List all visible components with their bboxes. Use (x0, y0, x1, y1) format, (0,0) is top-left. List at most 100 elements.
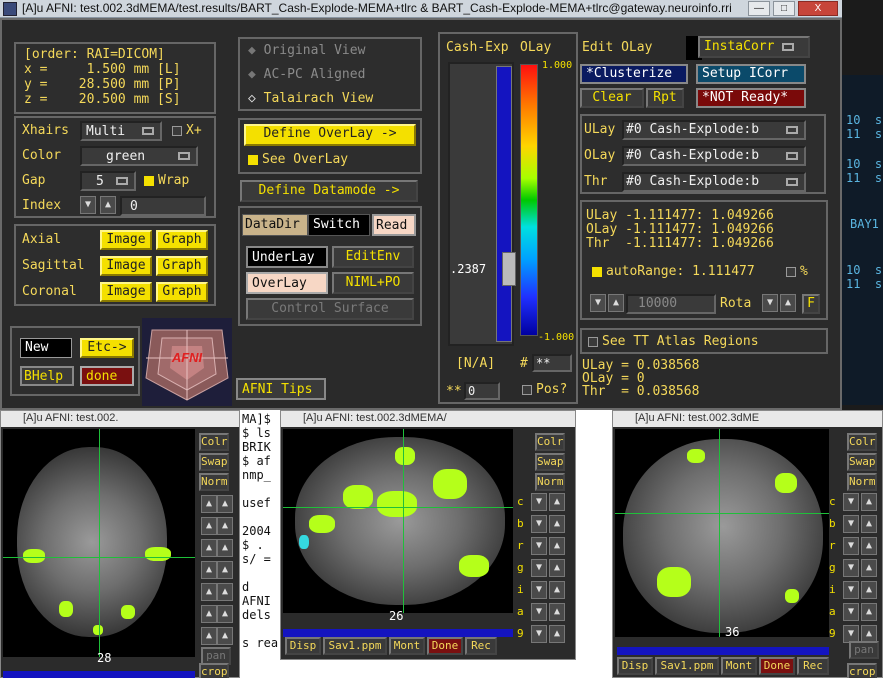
sagittal-image-button[interactable]: Image (100, 256, 152, 276)
niml-po-button[interactable]: NIML+PO (332, 272, 414, 294)
coronal-image-button[interactable]: Image (100, 282, 152, 302)
coronal-graph-button[interactable]: Graph (156, 282, 208, 302)
rota-down-arrow-icon[interactable]: ▼ (762, 294, 778, 312)
sagittal-image-canvas[interactable] (283, 429, 513, 613)
axial-image-window[interactable]: [A]u AFNI: test.002. 28 Colr Swap Norm ▲… (0, 410, 240, 678)
record-button[interactable]: Rec (797, 657, 829, 675)
montage-button[interactable]: Mont (721, 657, 757, 675)
range-up-arrow-icon[interactable]: ▲ (608, 294, 624, 312)
datadir-button[interactable]: DataDir (242, 214, 308, 236)
afni-logo[interactable]: AFNI (142, 318, 232, 406)
rota-up-arrow-icon[interactable]: ▲ (780, 294, 796, 312)
overlay-button[interactable]: OverLay (246, 272, 328, 294)
axial-graph-button[interactable]: Graph (156, 230, 208, 250)
new-button[interactable]: New (20, 338, 72, 358)
save-ppm-button[interactable]: Sav1.ppm (323, 637, 387, 655)
coronal-slice-slider[interactable] (617, 647, 829, 655)
pos-toggle[interactable]: Pos? (522, 382, 567, 397)
norm-button[interactable]: Norm (535, 473, 565, 491)
norm-button[interactable]: Norm (847, 473, 877, 491)
editenv-button[interactable]: EditEnv (332, 246, 414, 268)
switch-button[interactable]: Switch (308, 214, 370, 236)
underlay-button[interactable]: UnderLay (246, 246, 328, 268)
save-ppm-button[interactable]: Sav1.ppm (655, 657, 719, 675)
clusterize-button[interactable]: *Clusterize (580, 64, 688, 84)
sagittal-graph-button[interactable]: Graph (156, 256, 208, 276)
misc-buttons-panel: New Etc-> BHelp done (10, 326, 140, 396)
sagittal-slice-slider[interactable] (283, 629, 513, 637)
coronal-window-titlebar[interactable]: [A]u AFNI: test.002.3dME (613, 411, 882, 427)
range-down-arrow-icon[interactable]: ▼ (590, 294, 606, 312)
sagittal-window-titlebar[interactable]: [A]u AFNI: test.002.3dMEMA/ (281, 411, 575, 427)
olay-select[interactable]: #0 Cash-Explode:b (622, 146, 806, 166)
clear-button[interactable]: Clear (580, 88, 644, 108)
xplus-toggle[interactable]: X+ (172, 123, 202, 138)
flip-button[interactable]: F (802, 294, 820, 314)
threshold-slider-track[interactable]: .2387 (448, 62, 516, 346)
ulay-select[interactable]: #0 Cash-Explode:b (622, 120, 806, 140)
minimize-button[interactable]: — (748, 1, 770, 16)
thr-select[interactable]: #0 Cash-Explode:b (622, 172, 806, 192)
disp-button[interactable]: Disp (617, 657, 653, 675)
coronal-image-window[interactable]: [A]u AFNI: test.002.3dME 36 Colr Swap No… (612, 410, 883, 678)
close-button[interactable]: X (798, 1, 838, 16)
hash-select[interactable]: ** (532, 354, 572, 372)
setup-icorr-button[interactable]: Setup ICorr (696, 64, 806, 84)
star-select[interactable]: 0 (464, 382, 500, 400)
coronal-image-canvas[interactable] (615, 429, 829, 637)
index-down-arrow-icon[interactable]: ▼ (80, 196, 96, 214)
wrap-toggle[interactable]: Wrap (144, 173, 189, 188)
crop-button[interactable]: crop (847, 663, 877, 678)
swap-button[interactable]: Swap (199, 453, 229, 471)
montage-button[interactable]: Mont (389, 637, 425, 655)
xhairs-select[interactable]: Multi (80, 121, 162, 141)
axial-image-button[interactable]: Image (100, 230, 152, 250)
record-button[interactable]: Rec (465, 637, 497, 655)
colr-button[interactable]: Colr (535, 433, 565, 451)
read-button[interactable]: Read (372, 214, 416, 236)
color-scale-bar[interactable] (520, 64, 538, 336)
maximize-button[interactable]: □ (773, 1, 795, 16)
norm-button[interactable]: Norm (199, 473, 229, 491)
index-up-arrow-icon[interactable]: ▲ (100, 196, 116, 214)
axial-slice-number: 28 (97, 651, 112, 665)
range-input[interactable]: 10000 (626, 294, 716, 314)
gap-select[interactable]: 5 (80, 171, 136, 191)
axial-image-canvas[interactable] (3, 429, 195, 657)
colr-button[interactable]: Colr (847, 433, 877, 451)
image-done-button[interactable]: Done (759, 657, 795, 675)
percent-toggle[interactable]: % (786, 264, 808, 279)
colr-button[interactable]: Colr (199, 433, 229, 451)
coordinate-display[interactable]: [order: RAI=DICOM] x = 1.500 mm [L] y = … (14, 42, 216, 114)
define-overlay-button[interactable]: Define OverLay -> (244, 124, 416, 146)
disp-button[interactable]: Disp (285, 637, 321, 655)
swap-button[interactable]: Swap (847, 453, 877, 471)
afni-tips-button[interactable]: AFNI Tips (236, 378, 326, 400)
acpc-view-radio[interactable]: ◆ AC-PC Aligned (248, 67, 365, 82)
swap-button[interactable]: Swap (535, 453, 565, 471)
talairach-view-radio[interactable]: ◇ Talairach View (248, 91, 373, 106)
bhelp-button[interactable]: BHelp (20, 366, 74, 386)
sagittal-image-window[interactable]: [A]u AFNI: test.002.3dMEMA/ 26 Colr Swap… (280, 410, 576, 660)
image-done-button[interactable]: Done (427, 637, 463, 655)
not-ready-button[interactable]: *NOT Ready* (696, 88, 806, 108)
instacorr-button[interactable]: InstaCorr (698, 36, 810, 58)
control-surface-button[interactable]: Control Surface (246, 298, 414, 320)
see-tt-atlas-toggle[interactable]: See TT Atlas Regions (588, 334, 759, 349)
autorange-toggle[interactable]: autoRange: 1.111477 (592, 264, 755, 279)
color-select[interactable]: green (80, 146, 198, 166)
define-datamode-button[interactable]: Define Datamode -> (240, 180, 418, 202)
etc-button[interactable]: Etc-> (80, 338, 134, 358)
pan-button[interactable]: pan (849, 641, 879, 659)
index-input[interactable]: 0 (120, 196, 206, 216)
axial-slice-slider[interactable] (3, 671, 195, 678)
axial-window-titlebar[interactable]: [A]u AFNI: test.002. (1, 411, 239, 427)
done-button[interactable]: done (80, 366, 134, 386)
see-overlay-toggle[interactable]: See OverLay (248, 152, 348, 167)
threshold-slider-handle[interactable] (502, 252, 516, 286)
crop-button[interactable]: crop (199, 663, 229, 678)
terminal-window[interactable]: 10 s 11 s 10 s 11 s BAY1 10 s 11 s (842, 75, 883, 405)
original-view-radio[interactable]: ◆ Original View (248, 43, 365, 58)
rpt-button[interactable]: Rpt (646, 88, 684, 108)
window-titlebar[interactable]: [A]u AFNI: test.002.3dMEMA/test.results/… (0, 0, 842, 18)
